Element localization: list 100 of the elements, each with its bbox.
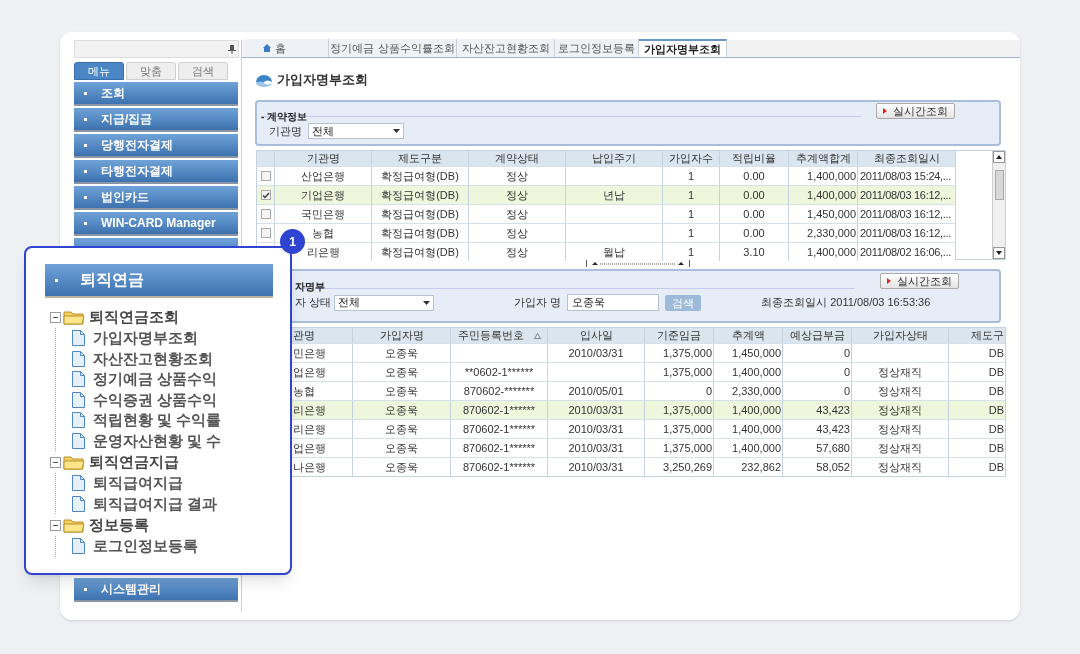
caret-icon	[423, 300, 431, 305]
tab[interactable]: 가입자명부조회	[639, 39, 727, 57]
menu-item[interactable]: WIN-CARD Manager	[74, 212, 238, 236]
menu-item[interactable]: 법인카드	[74, 186, 238, 210]
column-header: 주민등록번호	[457, 328, 524, 343]
tree-item[interactable]: 퇴직연금지급	[89, 450, 179, 474]
table-cell: 월납	[566, 243, 663, 261]
bullet-icon	[84, 117, 87, 121]
table-cell: 3.10	[720, 243, 789, 261]
table-cell: 정상재직	[852, 458, 949, 476]
bullet-icon	[84, 169, 87, 173]
tab[interactable]: 자산잔고현황조회	[457, 39, 555, 57]
bullet-icon	[55, 278, 58, 282]
page-icon	[72, 350, 85, 367]
page-title: 가입자명부조회	[277, 71, 368, 90]
column-header: 가입자명	[379, 328, 424, 343]
menu-item[interactable]: 타행전자결제	[74, 160, 238, 184]
bullet-icon	[84, 221, 87, 225]
table-row[interactable]: 기업은행 확정급여형(DB) 정상 년납 1 0.00 1,400,000 2011/08/03 16:12,...	[257, 185, 956, 204]
checkbox[interactable]	[260, 209, 271, 219]
tree-item[interactable]: 자산잔고현황조회	[93, 347, 213, 370]
table-cell: 1,400,000	[789, 243, 858, 261]
table-cell: 2010/03/31	[548, 458, 645, 476]
menu-item[interactable]: 시스템관리	[74, 578, 238, 602]
table-cell: 2011/08/02 16:06,...	[858, 243, 956, 261]
table-cell: DB	[949, 458, 1005, 476]
bullet-icon	[84, 91, 87, 95]
tab[interactable]: 홈	[245, 39, 329, 57]
dropdown[interactable]: 전체	[308, 123, 404, 140]
arrow-icon	[887, 278, 891, 284]
sidebar-tab[interactable]: 메뉴	[74, 62, 124, 80]
table-cell: 870602-1******	[451, 458, 548, 476]
table-row[interactable]: 산업은행 확정급여형(DB) 정상 1 0.00 1,400,000 2011/08/03 15:24,...	[257, 166, 956, 185]
page-icon	[72, 475, 85, 492]
bullet-icon	[84, 143, 87, 147]
wave-icon	[255, 73, 273, 87]
table-cell: 확정급여형(DB)	[372, 243, 469, 261]
scrollbar[interactable]	[992, 151, 1005, 259]
column-header: 제도구	[971, 328, 1004, 343]
folder-icon	[63, 309, 85, 325]
column-header: 가입자상태	[872, 328, 928, 343]
tab[interactable]: 로그인정보등록	[555, 39, 639, 57]
page-icon	[72, 495, 85, 512]
filter-label: 기관명	[269, 124, 302, 139]
table-cell: 3,250,269	[645, 458, 714, 476]
bullet-icon	[84, 587, 87, 591]
dropdown[interactable]: 전체	[334, 294, 435, 311]
tree-item[interactable]: 퇴직연금조회	[89, 305, 179, 329]
table-row[interactable]: 국민은행 확정급여형(DB) 정상 1 0.00 1,450,000 2011/08/03 16:12,...	[257, 204, 956, 223]
checkbox[interactable]	[260, 190, 271, 200]
table-cell: 58,052	[783, 458, 852, 476]
menu-item[interactable]: 지급/집금	[74, 108, 238, 132]
realtime-button[interactable]: 실시간조회	[876, 103, 955, 119]
panel-title: 자명부	[295, 281, 325, 292]
column-header: 입사일	[579, 328, 613, 343]
page-icon	[72, 432, 85, 449]
menu-item[interactable]: 당행전자결제	[74, 134, 238, 158]
menu-header[interactable]: 퇴직연금	[45, 264, 273, 298]
filter-label: 자 상태	[295, 295, 332, 311]
pin-icon	[228, 44, 236, 54]
table-cell: 1	[663, 243, 720, 261]
check-icon	[261, 191, 270, 199]
checkbox[interactable]	[260, 228, 271, 238]
last-query-text: 최종조회일시 2011/08/03 16:53:36	[761, 295, 931, 311]
column-header: 추계액	[731, 328, 765, 343]
bullet-icon	[84, 195, 87, 199]
panel-title: - 계약정보	[261, 111, 308, 122]
page-icon	[72, 391, 85, 408]
tree-item[interactable]: 수익증권 상품수익	[93, 388, 218, 411]
sort-icon	[533, 332, 541, 339]
tree-item[interactable]: 적립현황 및 수익률	[93, 409, 222, 432]
column-header: 관명	[293, 328, 315, 343]
menu-item[interactable]: 조회	[74, 82, 238, 106]
sidebar-tab[interactable]: 맞춤	[126, 62, 176, 80]
tree-item[interactable]: 정기예금 상품수익	[93, 368, 218, 391]
folder-icon	[63, 517, 85, 533]
tree-item[interactable]: 정보등록	[89, 513, 149, 537]
arrow-icon	[883, 108, 887, 114]
table-cell: 정상	[469, 243, 566, 261]
home-icon	[263, 44, 271, 52]
tab[interactable]: 정기예금 상품수익률조회	[329, 39, 457, 57]
column-header: 기준임금	[657, 328, 701, 343]
tree-item[interactable]: 운영자산현황 및 수	[93, 429, 222, 452]
tree-item[interactable]: 퇴직급여지급 결과	[93, 492, 218, 515]
column-header: 예상급부금	[789, 328, 845, 343]
checkbox[interactable]	[260, 171, 271, 181]
page-icon	[72, 538, 85, 555]
tree-item[interactable]: 퇴직급여지급	[93, 472, 183, 495]
scroll-thumb[interactable]	[994, 170, 1004, 200]
realtime-button[interactable]: 실시간조회	[880, 273, 959, 289]
page-icon	[72, 330, 85, 347]
tree-item[interactable]: 로그인정보등록	[93, 535, 198, 558]
sidebar-tab[interactable]: 검색	[178, 62, 228, 80]
folder-icon	[63, 454, 85, 470]
tree-item[interactable]: 가입자명부조회	[93, 327, 198, 350]
table-cell: 232,862	[714, 458, 783, 476]
input-field[interactable]: 오종욱	[567, 294, 660, 311]
page-icon	[72, 371, 85, 388]
table-cell: 오종욱	[353, 458, 451, 476]
page-icon	[72, 412, 85, 429]
